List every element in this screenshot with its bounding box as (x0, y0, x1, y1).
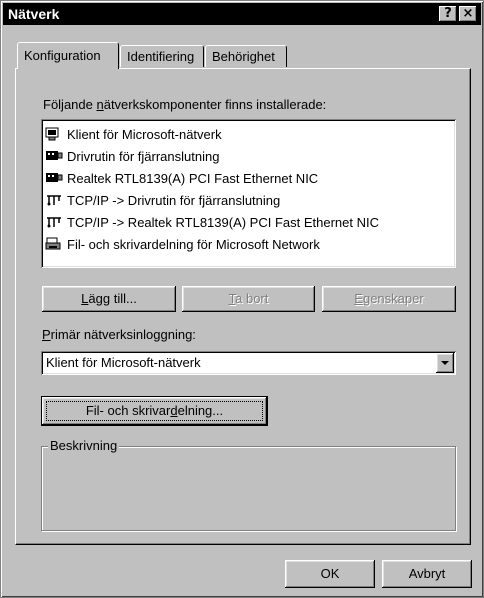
file-print-label-post: elning... (177, 403, 224, 418)
remove-button[interactable]: Ta bort (182, 286, 315, 312)
close-button[interactable]: × (459, 6, 477, 22)
file-print-label-pre: Fil- och skrivar (85, 403, 171, 418)
tab-behorighet[interactable]: Behörighet (205, 45, 287, 67)
list-item[interactable]: TCP/IP -> Realtek RTL8139(A) PCI Fast Et… (45, 211, 379, 233)
network-client-icon (45, 127, 59, 141)
components-label: Följande nätverkskomponenter finns insta… (43, 97, 326, 112)
remove-button-label: a bort (235, 291, 269, 306)
cancel-button[interactable]: Avbryt (382, 560, 472, 588)
primary-logon-select[interactable]: Klient för Microsoft-nätverk (41, 351, 456, 375)
title-bar[interactable]: Nätverk ? × (3, 3, 481, 25)
add-button[interactable]: Lägg till... (42, 286, 176, 312)
tab-label: Behörighet (212, 49, 275, 64)
list-item-label: Drivrutin för fjärranslutning (67, 148, 220, 164)
description-groupbox: Beskrivning (41, 438, 456, 531)
list-item-label: TCP/IP -> Drivrutin för fjärranslutning (67, 192, 281, 208)
protocol-icon (47, 195, 61, 206)
components-label-post: ätverkskomponenter finns installerade: (103, 97, 327, 112)
components-label-pre: Följande (43, 97, 97, 112)
components-list[interactable]: Klient för Microsoft-nätverk Drivrutin f… (41, 119, 456, 268)
tab-label: Identifiering (127, 49, 195, 64)
add-button-label: ägg till... (88, 291, 137, 306)
list-item[interactable]: Realtek RTL8139(A) PCI Fast Ethernet NIC (45, 167, 318, 189)
properties-button-accel: E (354, 291, 363, 306)
service-icon (45, 237, 61, 250)
chevron-down-icon[interactable] (436, 353, 454, 373)
primary-logon-value: Klient för Microsoft-nätverk (46, 355, 201, 370)
properties-button-label: genskaper (362, 291, 424, 306)
file-print-sharing-button[interactable]: Fil- och skrivardelning... (42, 397, 267, 425)
help-button[interactable]: ? (439, 6, 457, 22)
description-legend: Beskrivning (48, 438, 120, 453)
primary-logon-label: Primär nätverksinloggning: (42, 327, 196, 342)
network-dialog: Nätverk ? × Konfiguration Identifiering … (0, 0, 484, 598)
properties-button[interactable]: Egenskaper (322, 286, 456, 312)
list-item[interactable]: Fil- och skrivardelning för Microsoft Ne… (45, 233, 320, 255)
list-item[interactable]: Drivrutin för fjärranslutning (45, 145, 219, 167)
list-item[interactable]: Klient för Microsoft-nätverk (45, 123, 222, 145)
cancel-button-label: Avbryt (408, 566, 446, 581)
tab-konfiguration[interactable]: Konfiguration (17, 42, 119, 69)
primary-logon-accel: P (42, 327, 51, 342)
list-item-label: Klient för Microsoft-nätverk (67, 126, 222, 142)
network-adapter-icon (46, 151, 63, 160)
primary-logon-label-text: rimär nätverksinloggning: (50, 327, 196, 342)
tab-label: Konfiguration (24, 48, 101, 63)
list-item-label: Fil- och skrivardelning för Microsoft Ne… (67, 236, 320, 252)
protocol-icon (47, 217, 61, 228)
dialog-title: Nätverk (8, 6, 60, 22)
tab-identifiering[interactable]: Identifiering (120, 45, 204, 67)
list-item[interactable]: TCP/IP -> Drivrutin för fjärranslutning (45, 189, 280, 211)
network-adapter-icon (46, 173, 63, 182)
components-label-accel: n (96, 97, 104, 112)
list-item-label: Realtek RTL8139(A) PCI Fast Ethernet NIC (67, 170, 319, 186)
file-print-label-accel: d (170, 403, 178, 418)
list-item-label: TCP/IP -> Realtek RTL8139(A) PCI Fast Et… (67, 214, 379, 230)
ok-button-label: OK (320, 566, 340, 581)
ok-button[interactable]: OK (285, 560, 375, 588)
